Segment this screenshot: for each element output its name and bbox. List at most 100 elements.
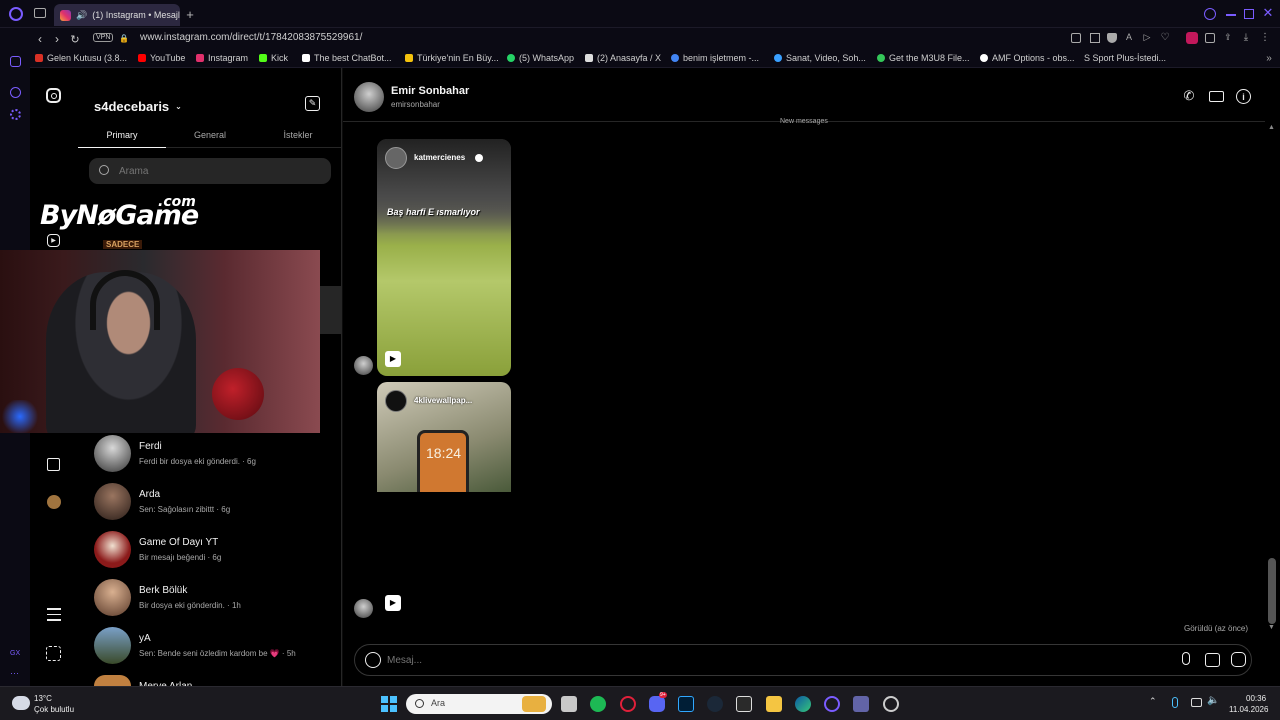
share-icon[interactable]: ⇪ [1223, 31, 1233, 43]
video-call-icon[interactable] [1209, 91, 1224, 102]
profile-avatar[interactable] [47, 495, 61, 509]
message-input[interactable] [387, 652, 1147, 669]
weather-temp[interactable]: 13°C [34, 694, 52, 703]
also-from-meta-icon[interactable] [46, 646, 61, 661]
sticker-icon[interactable] [1231, 652, 1246, 667]
message-composer[interactable] [354, 644, 1252, 676]
search-box[interactable] [89, 158, 331, 184]
maximize-icon[interactable] [1244, 9, 1254, 19]
instagram-logo-icon[interactable] [46, 88, 61, 103]
tab-general[interactable]: General [166, 126, 254, 148]
scroll-down-arrow[interactable]: ▼ [1268, 624, 1275, 631]
heart-icon[interactable]: ♡ [1160, 31, 1170, 43]
search-tabs-icon[interactable] [1204, 8, 1216, 20]
dashboard-icon[interactable] [47, 458, 60, 471]
phone-in-hand: 18:24 [417, 430, 469, 492]
close-window-icon[interactable]: ✕ [1262, 5, 1274, 20]
reload-icon[interactable]: ↻ [69, 32, 81, 46]
aria-sidebar-icon[interactable] [10, 56, 21, 67]
scroll-thumb[interactable] [1268, 558, 1276, 624]
verified-icon [475, 154, 483, 162]
emoji-icon[interactable] [365, 652, 381, 668]
obs-icon[interactable] [883, 696, 899, 712]
tab-instagram[interactable]: 🔊 (1) Instagram • Mesajla [54, 4, 180, 26]
more-menu-icon[interactable]: ⋮ [1260, 31, 1270, 43]
bookmarks-overflow-icon[interactable]: » [1264, 52, 1274, 64]
volume-icon[interactable]: 🔈 [1207, 695, 1219, 706]
contact-name[interactable]: Emir Sonbahar [391, 85, 469, 97]
tray-overflow-icon[interactable]: ⌃ [1149, 696, 1157, 707]
bookmark-item[interactable]: AMF Options - obs... [980, 53, 1075, 63]
reel-author: 4klivewallpap... [414, 396, 473, 405]
extensions-icon[interactable] [1205, 33, 1215, 43]
aria-icon[interactable] [1186, 32, 1198, 44]
new-tab-button[interactable]: + [184, 7, 196, 22]
bookmark-item[interactable]: (2) Anasayfa / X [585, 53, 661, 63]
tab-primary[interactable]: Primary [78, 126, 166, 148]
bookmark-item[interactable]: YouTube [138, 53, 185, 63]
bookmark-item[interactable]: Türkiye'nin En Büy... [405, 53, 499, 63]
forward-icon[interactable]: › [51, 32, 63, 46]
search-input[interactable] [119, 163, 319, 179]
bookmark-item[interactable]: Gelen Kutusu (3.8... [35, 53, 127, 63]
minimize-icon[interactable] [1226, 14, 1236, 16]
tray-mic-icon[interactable] [1172, 697, 1178, 708]
bookmark-item[interactable]: S Sport Plus-İstedi... [1084, 53, 1166, 63]
image-icon[interactable] [1205, 653, 1220, 667]
reel-play-icon[interactable]: ▶ [385, 595, 401, 611]
spotify-icon[interactable] [590, 696, 606, 712]
bookmark-item[interactable]: Kick [259, 53, 288, 63]
back-icon[interactable]: ‹ [34, 32, 46, 46]
start-icon[interactable] [381, 696, 397, 712]
bookmark-item[interactable]: benim işletmem -... [671, 53, 759, 63]
gx-icon[interactable]: GX [10, 650, 20, 657]
info-icon[interactable]: i [1236, 89, 1251, 104]
opera-gx-icon[interactable] [620, 696, 636, 712]
weather-desc[interactable]: Çok bulutlu [34, 705, 74, 714]
task-view-icon[interactable] [561, 696, 577, 712]
bookmark-item[interactable]: Instagram [196, 53, 248, 63]
opera-icon[interactable] [824, 696, 840, 712]
clock-time[interactable]: 00:36 [1246, 694, 1266, 703]
teams-icon[interactable] [853, 696, 869, 712]
username-switcher[interactable]: s4decebaris ⌄ [94, 99, 182, 114]
edge-icon[interactable] [795, 696, 811, 712]
hamburger-menu-icon[interactable] [46, 608, 61, 621]
scroll-up-arrow[interactable]: ▲ [1268, 124, 1275, 131]
bookmark-item[interactable]: (5) WhatsApp [507, 53, 574, 63]
weather-icon[interactable] [12, 696, 30, 710]
player-icon[interactable]: ▷ [1142, 31, 1152, 43]
sidebar-more-icon[interactable]: ··· [10, 668, 19, 678]
pin-icon[interactable] [1071, 33, 1081, 43]
bookmark-item[interactable]: The best ChatBot... [302, 53, 392, 63]
photoshop-icon[interactable] [678, 696, 694, 712]
tab-menu-icon[interactable] [34, 8, 46, 18]
download-icon[interactable]: ⤓ [1241, 31, 1251, 43]
snapshot-icon[interactable] [1090, 33, 1100, 43]
discord-icon[interactable] [649, 696, 665, 712]
shared-reel[interactable]: 4klivewallpap... 18:24 [377, 382, 511, 492]
tab-requests[interactable]: İstekler [254, 126, 342, 148]
contact-avatar[interactable] [354, 82, 384, 112]
bookmark-item[interactable]: Get the M3U8 File... [877, 53, 970, 63]
file-explorer-icon[interactable] [766, 696, 782, 712]
clock-date[interactable]: 11.04.2026 [1229, 705, 1268, 714]
taskbar-search[interactable]: Ara [406, 694, 552, 714]
bookmark-item[interactable]: Sanat, Video, Soh... [774, 53, 866, 63]
phone-icon[interactable]: ✆ [1182, 88, 1196, 103]
shared-reel[interactable]: katmercienes Baş harfi E ısmarlıyor ▶ [377, 139, 511, 376]
settings-gear-icon[interactable] [10, 109, 21, 120]
history-icon[interactable] [10, 87, 21, 98]
compose-icon[interactable]: ✎ [305, 96, 320, 111]
vpn-badge[interactable]: VPN [93, 33, 114, 42]
opera-logo-icon[interactable] [9, 7, 23, 21]
steam-icon[interactable] [707, 696, 723, 712]
url-field[interactable]: www.instagram.com/direct/t/1784208387552… [140, 32, 362, 43]
chat-scrollbar[interactable]: ▲ ▼ [1265, 68, 1280, 686]
bookmarks-bar: Gelen Kutusu (3.8... YouTube Instagram K… [0, 50, 1280, 68]
network-icon[interactable] [1191, 698, 1202, 707]
epic-games-icon[interactable] [736, 696, 752, 712]
translate-icon[interactable]: A [1124, 31, 1134, 43]
microphone-icon[interactable] [1182, 652, 1190, 665]
shield-icon[interactable] [1107, 33, 1117, 43]
